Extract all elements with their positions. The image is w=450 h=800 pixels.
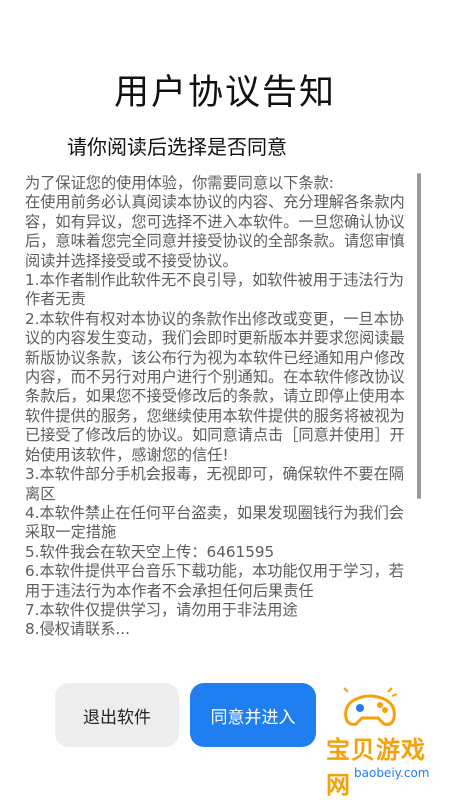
page-title: 用户协议告知 [113, 73, 336, 113]
terms-text: 为了保证您的使用体验，你需要同意以下条款: 在使用前务必认真阅读本协议的内容、充… [25, 174, 405, 639]
site-watermark: 宝贝游戏网 baobeiy.com [318, 686, 448, 799]
watermark-text: 宝贝游戏网 [326, 736, 426, 799]
terms-scrollbar[interactable] [417, 173, 421, 499]
agree-and-enter-button[interactable]: 同意并进入 [190, 683, 316, 747]
agreement-screen: 用户协议告知 请你阅读后选择是否同意 为了保证您的使用体验，你需要同意以下条款:… [0, 0, 450, 800]
terms-fade-overlay [25, 638, 417, 660]
watermark-url: baobeiy.com [354, 766, 430, 780]
terms-scroll-area[interactable]: 为了保证您的使用体验，你需要同意以下条款: 在使用前务必认真阅读本协议的内容、充… [25, 172, 417, 660]
page-subtitle: 请你阅读后选择是否同意 [67, 135, 287, 159]
gamepad-icon [343, 687, 398, 726]
exit-app-button[interactable]: 退出软件 [55, 683, 179, 747]
